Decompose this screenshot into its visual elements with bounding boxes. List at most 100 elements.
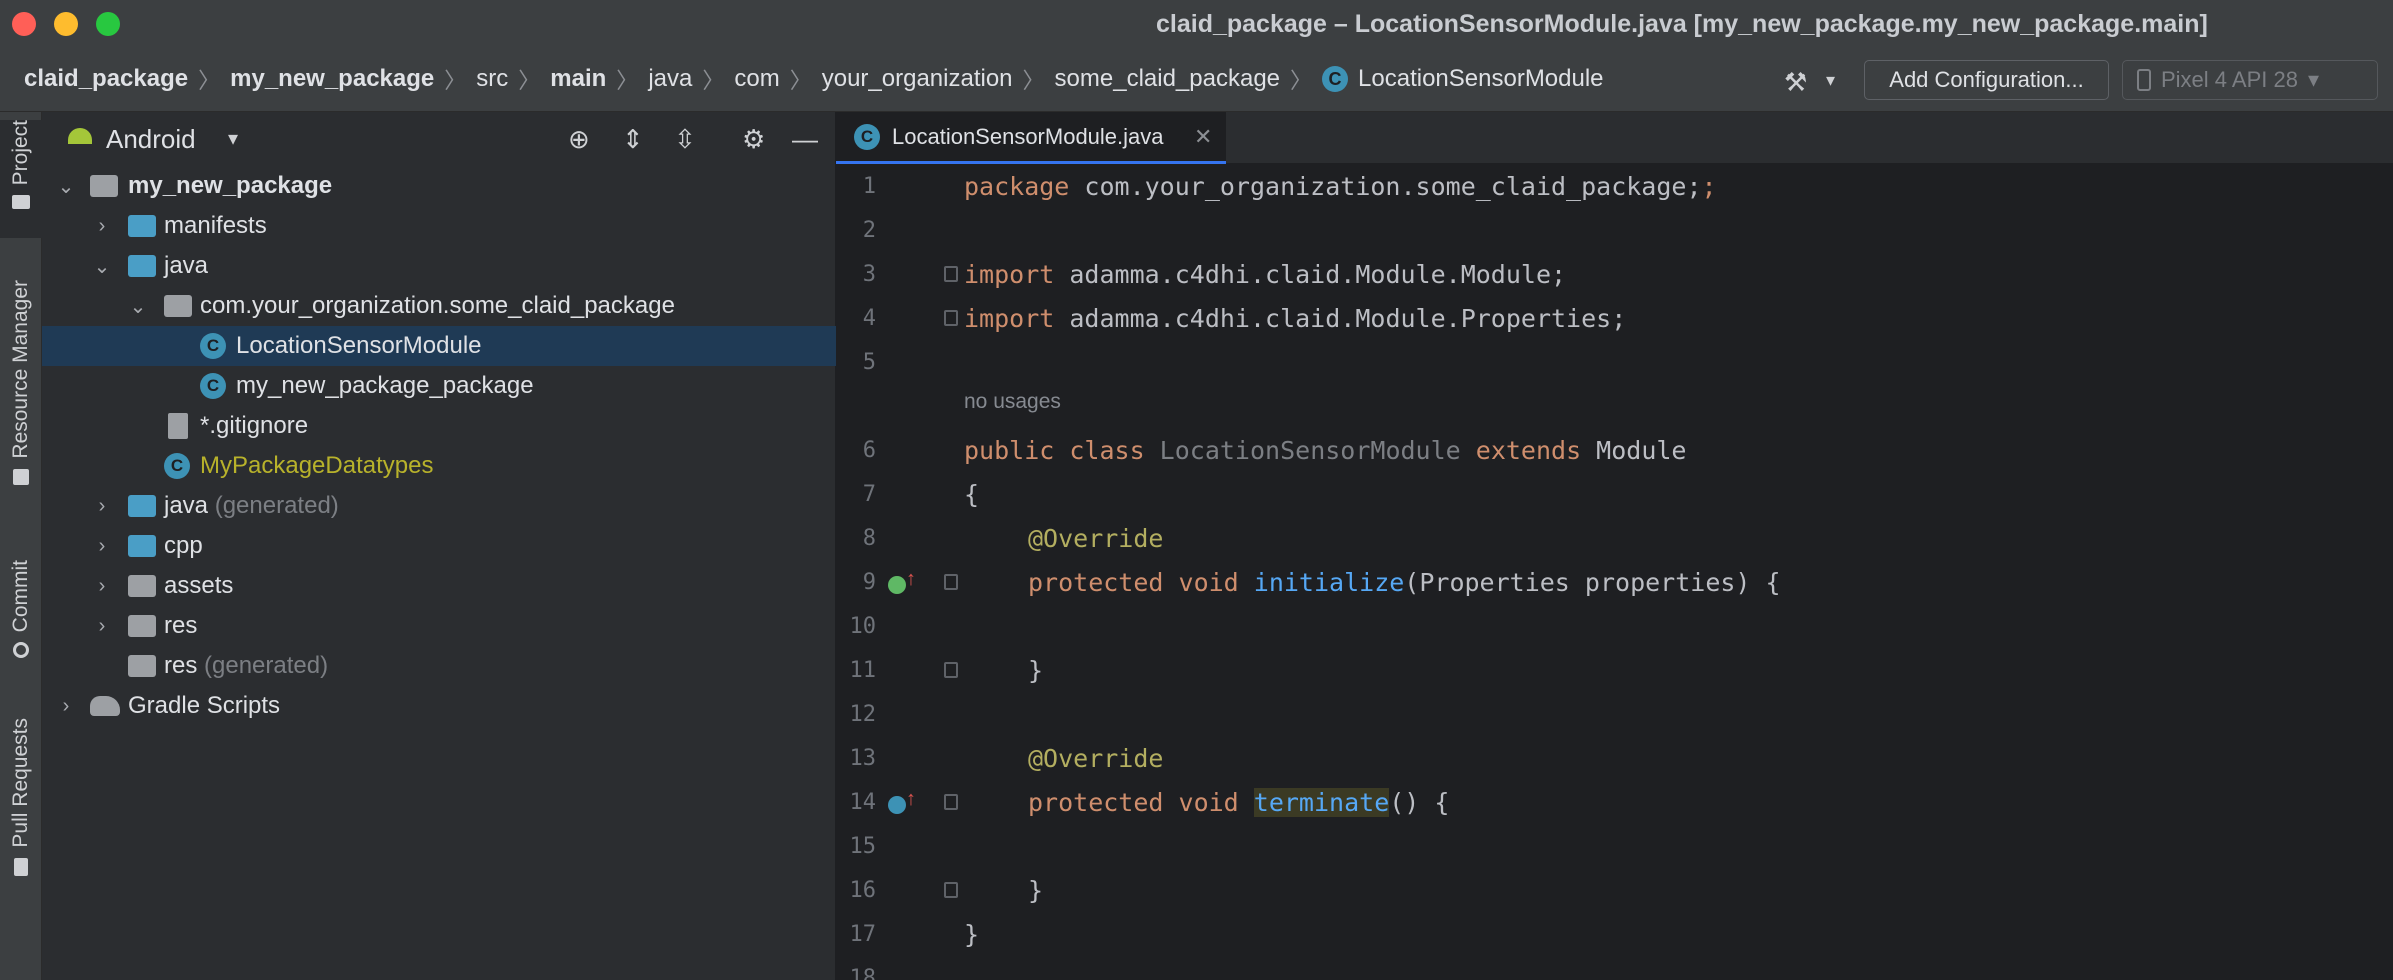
- line-number: 8: [862, 526, 876, 551]
- chevron-right-icon: 〉: [518, 68, 541, 93]
- android-icon: [68, 128, 92, 144]
- java-class-icon: C: [200, 373, 226, 399]
- folder-icon: [12, 195, 30, 210]
- chevron-right-icon[interactable]: ›: [56, 695, 76, 718]
- line-number: 14: [849, 790, 877, 815]
- tab-resource-manager-label: Resource Manager: [9, 280, 32, 459]
- code-editor: C LocationSensorModule.java ✕ 1 2 3 4 5 …: [836, 112, 2393, 980]
- breadcrumb-item[interactable]: src: [476, 65, 508, 93]
- expand-all-icon[interactable]: ⇕: [622, 124, 644, 155]
- tree-node-label: LocationSensorModule: [236, 332, 482, 359]
- tree-node[interactable]: › assets: [42, 566, 836, 606]
- line-number: 9: [862, 570, 876, 595]
- gear-icon[interactable]: ⚙: [742, 124, 765, 155]
- tree-node-label: assets: [164, 572, 234, 599]
- close-window-button[interactable]: [12, 12, 36, 36]
- breadcrumb: claid_package 〉 my_new_package 〉 src 〉 main…: [24, 46, 1604, 112]
- tree-node[interactable]: C LocationSensorModule: [42, 326, 836, 366]
- breadcrumb-item[interactable]: com: [734, 65, 779, 93]
- folder-icon: [128, 255, 156, 277]
- chevron-right-icon[interactable]: ›: [92, 615, 112, 638]
- tab-label: LocationSensorModule.java: [892, 123, 1164, 149]
- tab-pull-requests[interactable]: Pull Requests: [0, 718, 42, 904]
- breadcrumb-item[interactable]: claid_package: [24, 65, 188, 93]
- locate-file-icon[interactable]: ⊕: [568, 124, 590, 155]
- build-hammer-icon[interactable]: ⚒: [1784, 67, 1807, 98]
- tab-resource-manager[interactable]: Resource Manager: [0, 280, 42, 510]
- add-configuration-button[interactable]: Add Configuration...: [1864, 60, 2109, 100]
- breadcrumb-item[interactable]: java: [648, 65, 692, 93]
- close-icon[interactable]: ✕: [1194, 124, 1212, 150]
- tree-node[interactable]: › res: [42, 606, 836, 646]
- editor-tab-bar: C LocationSensorModule.java ✕: [836, 112, 2393, 164]
- tree-node[interactable]: *.gitignore: [42, 406, 836, 446]
- chevron-down-icon[interactable]: ▾: [1826, 70, 1835, 91]
- tab-project[interactable]: Project: [0, 120, 42, 238]
- chevron-right-icon: 〉: [198, 68, 221, 93]
- fold-marker-icon[interactable]: [944, 310, 958, 326]
- chevron-down-icon[interactable]: ⌄: [92, 254, 112, 279]
- tree-node-label: my_new_package: [128, 172, 333, 199]
- line-number: 3: [862, 262, 876, 287]
- resources-icon: [13, 468, 29, 485]
- chevron-right-icon[interactable]: ›: [92, 535, 112, 558]
- line-number: 2: [862, 218, 876, 243]
- breadcrumb-item[interactable]: some_claid_package: [1055, 65, 1280, 93]
- hide-panel-icon[interactable]: —: [792, 124, 818, 155]
- breadcrumb-item[interactable]: main: [550, 65, 606, 93]
- line-number: 16: [849, 878, 877, 903]
- fold-marker-icon[interactable]: [944, 794, 958, 810]
- line-number: 15: [849, 834, 877, 859]
- project-panel-header: Android ▾ ⊕ ⇕ ⇳ ⚙ —: [42, 112, 836, 164]
- tree-node[interactable]: ⌄ com.your_organization.some_claid_packa…: [42, 286, 836, 326]
- breadcrumb-item[interactable]: my_new_package: [230, 65, 434, 93]
- implements-method-icon[interactable]: [888, 576, 906, 594]
- zoom-window-button[interactable]: [96, 12, 120, 36]
- phone-icon: [2137, 69, 2151, 91]
- collapse-all-icon[interactable]: ⇳: [674, 124, 696, 155]
- chevron-right-icon[interactable]: ›: [92, 575, 112, 598]
- breadcrumb-item[interactable]: your_organization: [822, 65, 1013, 93]
- tree-node[interactable]: › java (generated): [42, 486, 836, 526]
- chevron-down-icon[interactable]: ⌄: [128, 294, 148, 319]
- code-line: protected void terminate() {: [1028, 788, 1450, 817]
- resource-folder-icon: [128, 615, 156, 637]
- chevron-down-icon[interactable]: ▾: [228, 126, 238, 151]
- tree-node[interactable]: ⌄ my_new_package: [42, 166, 836, 206]
- tree-node-label: my_new_package_package: [236, 372, 534, 399]
- chevron-right-icon[interactable]: ›: [92, 215, 112, 238]
- java-class-icon: C: [1322, 66, 1349, 92]
- tree-node[interactable]: › Gradle Scripts: [42, 686, 836, 726]
- fold-marker-icon[interactable]: [944, 266, 958, 282]
- minimize-window-button[interactable]: [54, 12, 78, 36]
- chevron-right-icon: 〉: [1290, 68, 1313, 93]
- tree-node[interactable]: res (generated): [42, 646, 836, 686]
- tree-node-label: java (generated): [164, 492, 339, 519]
- overrides-method-icon[interactable]: [888, 796, 906, 814]
- fold-marker-icon[interactable]: [944, 662, 958, 678]
- line-number: 4: [862, 306, 876, 331]
- inlay-usages-hint[interactable]: no usages: [964, 390, 1061, 414]
- tab-commit[interactable]: Commit: [0, 560, 42, 686]
- override-arrow-icon: ↑: [906, 788, 916, 810]
- tree-node-label: java: [164, 252, 209, 279]
- fold-marker-icon[interactable]: [944, 574, 958, 590]
- device-selector[interactable]: Pixel 4 API 28 ▾: [2122, 60, 2378, 100]
- code-line: @Override: [1028, 524, 1164, 553]
- line-number: 5: [862, 350, 876, 375]
- chevron-down-icon[interactable]: ⌄: [56, 174, 76, 199]
- tree-node-label: res: [164, 612, 198, 639]
- breadcrumb-item[interactable]: LocationSensorModule: [1358, 65, 1604, 93]
- tree-node[interactable]: C my_new_package_package: [42, 366, 836, 406]
- chevron-right-icon[interactable]: ›: [92, 495, 112, 518]
- code-line: }: [1028, 876, 1044, 905]
- override-arrow-icon: ↑: [906, 568, 916, 590]
- fold-marker-icon[interactable]: [944, 882, 958, 898]
- tree-node[interactable]: ⌄ java: [42, 246, 836, 286]
- tree-node[interactable]: › cpp: [42, 526, 836, 566]
- title-bar: claid_package – LocationSensorModule.jav…: [0, 0, 2393, 46]
- project-view-selector[interactable]: Android: [106, 124, 196, 155]
- tree-node[interactable]: C MyPackageDatatypes: [42, 446, 836, 486]
- tree-node[interactable]: › manifests: [42, 206, 836, 246]
- tab-location-sensor-module[interactable]: C LocationSensorModule.java ✕: [836, 112, 1226, 164]
